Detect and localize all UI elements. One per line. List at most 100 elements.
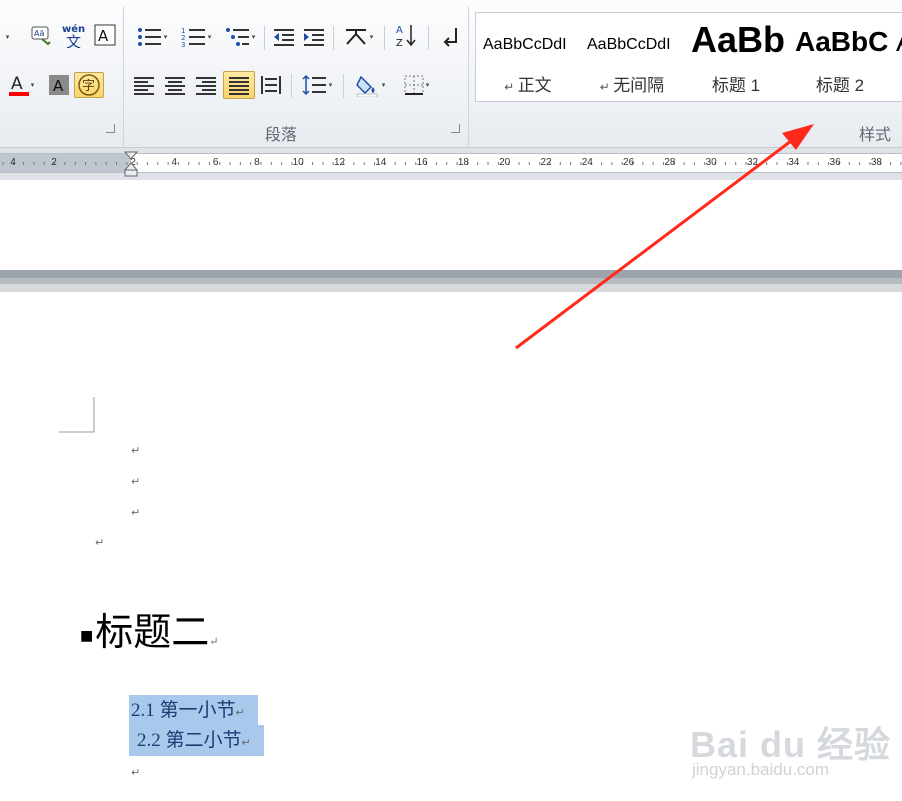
paragraph-mark: ↵	[209, 635, 219, 648]
style-sample: AaBbC	[795, 26, 889, 57]
svg-text:3: 3	[181, 41, 185, 48]
increase-indent-button[interactable]	[300, 24, 328, 50]
wen-ying-icon: wén 文	[62, 23, 85, 48]
line-spacing-button[interactable]: ▾	[297, 72, 337, 98]
style-sample: A	[896, 26, 902, 58]
paragraph-mark-icon	[443, 28, 457, 47]
indent-marker-icon[interactable]	[124, 151, 138, 177]
phonetic-guide-button[interactable]: Aä	[28, 22, 56, 48]
font-group-overflow-dropdown[interactable]: ▾	[0, 24, 14, 50]
ruler-number: 24	[581, 157, 593, 168]
style-heading-2[interactable]: AaBbC 标题 2	[788, 13, 892, 101]
character-shading-button[interactable]: A	[46, 72, 72, 98]
svg-text:Z: Z	[396, 38, 403, 48]
heading-bullet-icon: ■	[80, 627, 94, 644]
borders-button[interactable]: ▾	[396, 72, 436, 98]
ruler-number: 26	[623, 157, 635, 168]
styles-gallery: AaBbCcDdI ↵ 正文 AaBbCcDdI ↵ 无间隔 AaBb 标题 1…	[475, 12, 902, 102]
page-corner-mark	[59, 397, 95, 433]
toc-line[interactable]: 2.2 第二小节↵	[129, 725, 264, 756]
style-heading-1[interactable]: AaBb 标题 1	[684, 13, 788, 101]
phonetic-guide-icon: Aä	[31, 26, 51, 46]
font-paragraph-separator	[123, 6, 124, 146]
style-name-text: 标题 1	[711, 76, 761, 95]
paragraph-styles-separator	[468, 6, 469, 146]
paragraph-mark: ↵	[235, 707, 245, 719]
style-name-text: 无间隔	[613, 76, 665, 95]
align-left-button[interactable]	[130, 72, 158, 98]
bullets-icon	[137, 28, 161, 46]
align-center-button[interactable]	[161, 72, 189, 98]
paragraph-mark: ↵	[131, 766, 141, 779]
horizontal-ruler[interactable]: 4 2 2 4 6 8 10 12 14 16 18 20 22 24 26 28 30 32 34 36 38	[0, 151, 902, 177]
style-no-spacing[interactable]: AaBbCcDdI ↵ 无间隔	[580, 13, 684, 101]
separator	[264, 26, 265, 50]
paragraph-group-label: 段落	[265, 127, 298, 144]
svg-text:A: A	[53, 77, 64, 95]
styles-group-label: 样式	[859, 127, 892, 144]
ruler-number: 2	[51, 157, 57, 168]
bullets-button[interactable]: ▾	[132, 24, 172, 50]
chinese-layout-button[interactable]: ▾	[338, 24, 378, 50]
ruler-number: 4	[10, 157, 16, 168]
ruler-number: 10	[292, 157, 304, 168]
align-center-icon	[165, 77, 185, 95]
style-sample: AaBbCcDdI	[587, 36, 671, 53]
ruler-number: 22	[540, 157, 552, 168]
enclosed-character-button[interactable]: 字	[74, 72, 104, 98]
align-right-button[interactable]	[192, 72, 220, 98]
page-break-gap	[0, 270, 902, 292]
paragraph-mark-icon: ↵	[599, 80, 614, 94]
svg-text:A: A	[11, 74, 23, 94]
style-normal[interactable]: AaBbCcDdI ↵ 正文	[476, 13, 580, 101]
character-border-icon: A	[94, 24, 116, 46]
increase-indent-icon	[304, 29, 324, 46]
ruler-number: 12	[333, 157, 346, 168]
ruler-number: 4	[171, 157, 178, 168]
ruler-number: 34	[788, 157, 800, 168]
character-border-button[interactable]: A	[92, 22, 118, 48]
heading-2-paragraph[interactable]: ■标题二↵	[80, 601, 218, 656]
ruler-number: 18	[457, 157, 469, 168]
shading-button[interactable]: ▾	[350, 72, 390, 98]
paragraph-mark: ↵	[95, 536, 105, 549]
align-right-icon	[196, 77, 216, 95]
justify-button[interactable]	[223, 71, 255, 99]
enclosed-character-icon: 字	[78, 74, 100, 96]
multilevel-list-button[interactable]: ▾	[220, 24, 260, 50]
distributed-button[interactable]	[257, 72, 285, 98]
svg-text:Aä: Aä	[34, 29, 44, 38]
separator	[428, 26, 429, 50]
ruler-number: 6	[212, 157, 219, 168]
numbering-button[interactable]: 1 2 3 ▾	[176, 24, 216, 50]
ruler-number: 32	[746, 157, 759, 168]
ruler-number: 14	[375, 157, 387, 168]
style-sample: AaBbCcDdI	[483, 36, 567, 53]
style-next-partial[interactable]: A	[892, 13, 902, 101]
font-color-button[interactable]: A ▾	[2, 72, 40, 98]
chinese-layout-icon	[345, 29, 366, 45]
toc-line[interactable]: 2.1 第一小节↵	[129, 695, 258, 726]
svg-text:字: 字	[82, 79, 95, 94]
font-dialog-launcher[interactable]	[106, 124, 115, 133]
ruler-number: 38	[870, 157, 882, 168]
toc-line-text: 2.1 第一小节	[131, 700, 236, 721]
heading-text: 标题二	[95, 610, 210, 654]
line-spacing-icon	[302, 74, 326, 96]
decrease-indent-button[interactable]	[270, 24, 298, 50]
justify-icon	[229, 77, 249, 95]
wen-ying-button[interactable]: wén 文	[60, 22, 88, 48]
decrease-indent-icon	[274, 29, 294, 46]
ruler-number: 20	[499, 157, 511, 168]
separator	[384, 26, 385, 50]
character-shading-icon: A	[49, 75, 69, 95]
style-name: ↵ 无间隔	[580, 71, 684, 96]
sort-icon: A Z	[396, 25, 416, 48]
style-name-text: 正文	[517, 76, 552, 95]
paint-bucket-icon	[355, 75, 377, 97]
paragraph-dialog-launcher[interactable]	[451, 124, 460, 133]
ruler-number: 30	[705, 157, 717, 168]
show-hide-marks-button[interactable]	[436, 24, 464, 50]
ruler-number: 8	[254, 157, 260, 168]
sort-button[interactable]: A Z	[392, 22, 420, 48]
